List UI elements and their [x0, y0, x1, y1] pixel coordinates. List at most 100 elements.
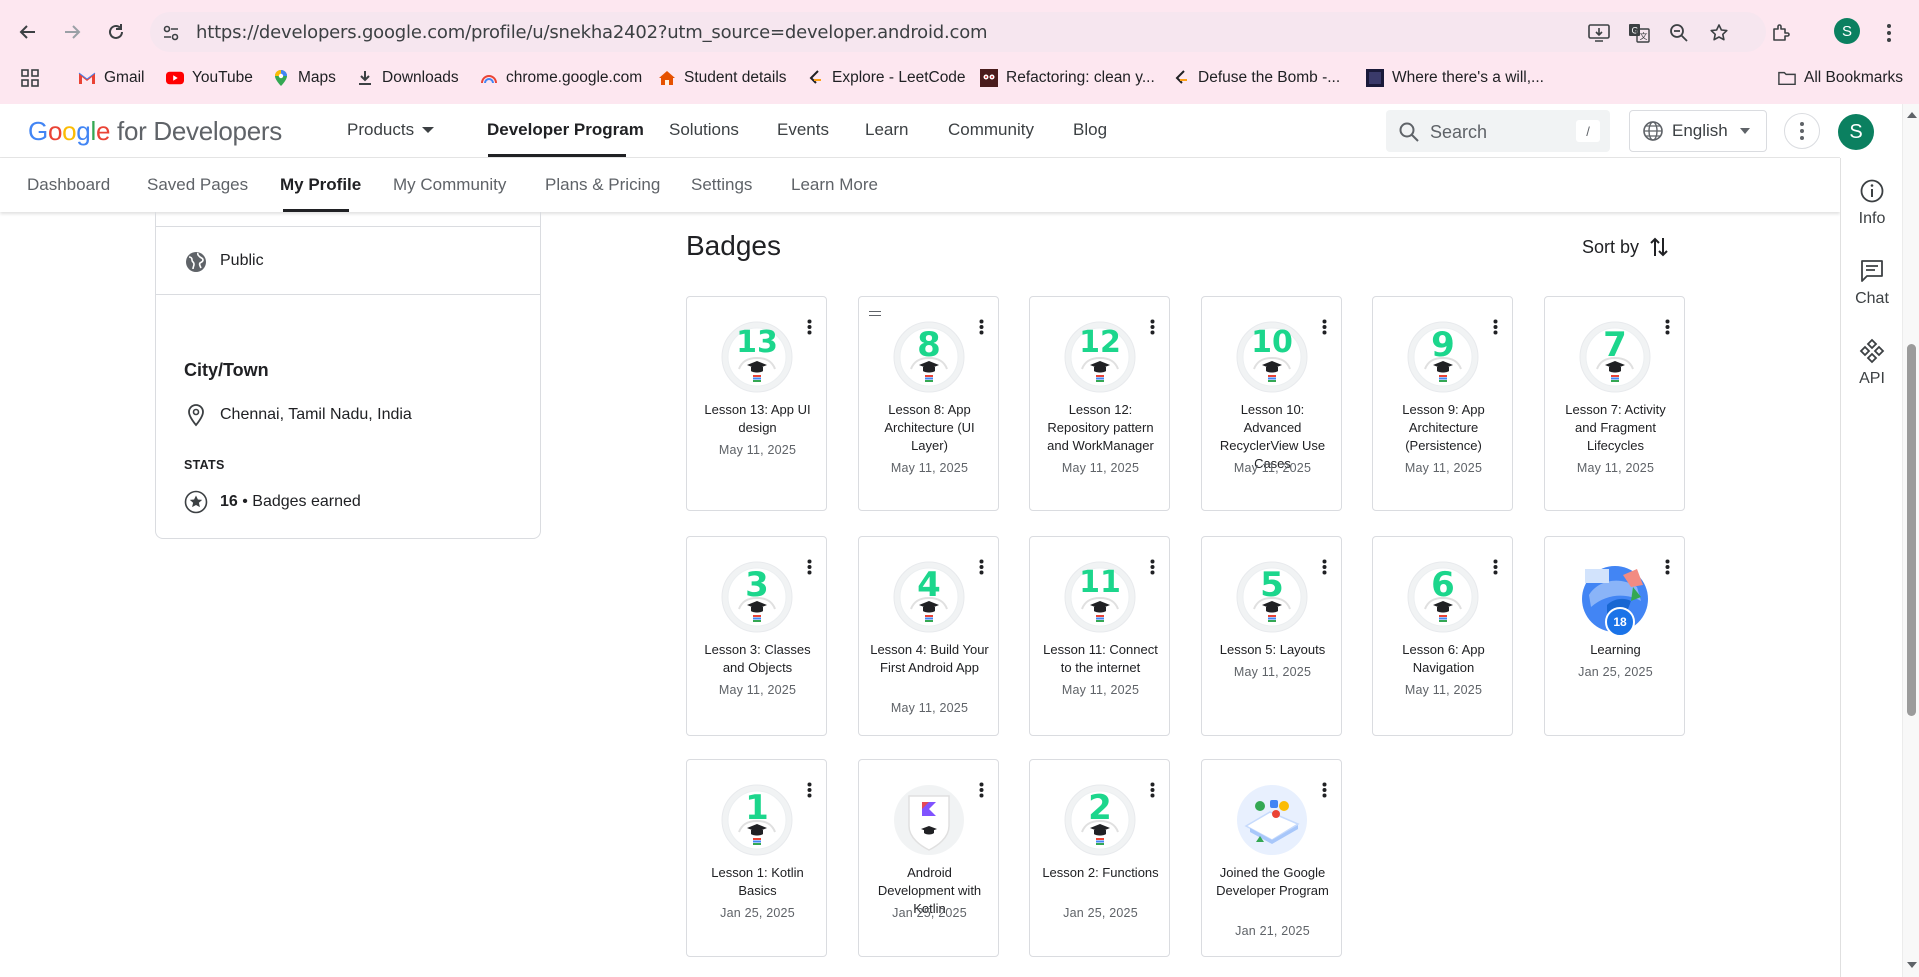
url-text[interactable]: https://developers.google.com/profile/u/…	[196, 22, 988, 43]
nav-learn[interactable]: Learn	[865, 120, 908, 140]
nav-events[interactable]: Events	[777, 120, 829, 140]
chat-icon	[1861, 260, 1883, 282]
badge-card[interactable]: 2 Lesson 2: Functions Jan 25, 2025	[1029, 759, 1170, 957]
forward-button[interactable]	[56, 16, 88, 48]
badge-card[interactable]: 11 Lesson 11: Connect to the internet May …	[1029, 536, 1170, 736]
sort-by-button[interactable]: Sort by	[1582, 236, 1669, 258]
scroll-up-icon[interactable]	[1907, 112, 1917, 118]
apps-grid-icon[interactable]	[20, 66, 40, 90]
address-bar[interactable]: https://developers.google.com/profile/u/…	[150, 12, 1766, 52]
tab-plans-pricing[interactable]: Plans & Pricing	[545, 175, 660, 195]
bookmark-student-details[interactable]: Student details	[658, 66, 787, 90]
badge-date: Jan 21, 2025	[1235, 924, 1310, 938]
badge-card[interactable]: 18 Learning Jan 25, 2025	[1544, 536, 1685, 736]
badge-title: Lesson 12: Repository pattern and WorkMa…	[1047, 402, 1154, 453]
badge-date: May 11, 2025	[718, 683, 797, 697]
badge-card[interactable]: 6 Lesson 6: App Navigation May 11, 2025	[1372, 536, 1513, 736]
tab-saved-pages[interactable]: Saved Pages	[147, 175, 248, 195]
bookmark-maps[interactable]: Maps	[272, 66, 336, 90]
badge-card[interactable]: 4 Lesson 4: Build Your First Android App M…	[858, 536, 999, 736]
badge-card[interactable]: Android Development with Kotlin Jan 25, 2…	[858, 759, 999, 957]
badge-menu-button[interactable]	[1493, 559, 1498, 580]
badge-menu-button[interactable]	[979, 782, 984, 803]
rail-info-button[interactable]: Info	[1841, 178, 1903, 228]
badge-menu-button[interactable]	[1665, 319, 1670, 340]
bookmark-defuse-bomb[interactable]: Defuse the Bomb -...	[1172, 66, 1340, 90]
tab-learn-more[interactable]: Learn More	[791, 175, 878, 195]
reload-button[interactable]	[100, 16, 132, 48]
badge-title: Lesson 3: Classes and Objects	[704, 642, 811, 675]
badge-card[interactable]: 3 Lesson 3: Classes and Objects May 11, 20…	[686, 536, 827, 736]
badge-menu-button[interactable]	[1150, 319, 1155, 340]
nav-developer-program[interactable]: Developer Program	[487, 120, 644, 140]
zoom-icon[interactable]	[1666, 20, 1692, 46]
all-bookmarks-label: All Bookmarks	[1804, 69, 1904, 86]
user-avatar[interactable]: S	[1838, 114, 1874, 150]
badge-card[interactable]: 1 Lesson 1: Kotlin Basics Jan 25, 2025	[686, 759, 827, 957]
google-for-developers-logo[interactable]: Google for Developers	[28, 116, 282, 147]
extensions-icon[interactable]	[1768, 20, 1794, 46]
badge-menu-button[interactable]	[1665, 559, 1670, 580]
bookmark-gmail[interactable]: Gmail	[78, 66, 144, 90]
badge-title: Lesson 7: Activity and Fragment Lifecycl…	[1565, 402, 1666, 453]
badge-menu-button[interactable]	[1150, 559, 1155, 580]
scroll-thumb[interactable]	[1907, 344, 1916, 716]
more-vert-icon	[1322, 319, 1327, 335]
tab-settings[interactable]: Settings	[691, 175, 752, 195]
refactoring-icon	[980, 69, 998, 87]
badge-card[interactable]: 10 Lesson 10: Advanced RecyclerView Use C…	[1201, 296, 1342, 511]
bookmark-youtube[interactable]: YouTube	[166, 66, 253, 90]
language-selector[interactable]: English	[1629, 110, 1767, 152]
nav-blog[interactable]: Blog	[1073, 120, 1107, 140]
badge-menu-button[interactable]	[807, 559, 812, 580]
badge-menu-button[interactable]	[1150, 782, 1155, 803]
badge-menu-button[interactable]	[807, 782, 812, 803]
tab-dashboard[interactable]: Dashboard	[27, 175, 110, 195]
nav-solutions[interactable]: Solutions	[669, 120, 739, 140]
badge-emblem-icon: 6	[1407, 561, 1479, 633]
badge-card[interactable]: 13 Lesson 13: App UI design May 11, 2025	[686, 296, 827, 511]
bookmark-chrome-google[interactable]: chrome.google.com	[480, 66, 642, 90]
rail-api-button[interactable]: API	[1841, 338, 1903, 388]
tab-my-community[interactable]: My Community	[393, 175, 506, 195]
badge-card[interactable]: Joined the Google Developer Program Jan 2…	[1201, 759, 1342, 957]
back-button[interactable]	[12, 16, 44, 48]
install-app-icon[interactable]	[1586, 20, 1612, 46]
translate-icon[interactable]: G文	[1626, 20, 1652, 46]
scroll-down-icon[interactable]	[1907, 962, 1917, 968]
badge-menu-button[interactable]	[1322, 319, 1327, 340]
badge-card[interactable]: 12 Lesson 12: Repository pattern and Work…	[1029, 296, 1170, 511]
bookmark-downloads[interactable]: Downloads	[356, 66, 459, 90]
profile-info-card: Public City/Town Chennai, Tamil Nadu, In…	[155, 212, 541, 539]
tab-my-profile[interactable]: My Profile	[280, 175, 361, 195]
bookmark-star-icon[interactable]	[1706, 20, 1732, 46]
bookmark-where-theres-a-will[interactable]: Where there's a will,...	[1366, 66, 1544, 90]
badge-title: Lesson 4: Build Your First Android App	[870, 642, 989, 675]
badge-menu-button[interactable]	[979, 559, 984, 580]
more-vert-icon	[1150, 559, 1155, 575]
badge-card[interactable]: 7 Lesson 7: Activity and Fragment Lifecyc…	[1544, 296, 1685, 511]
nav-products[interactable]: Products	[347, 120, 435, 140]
site-settings-icon[interactable]	[158, 20, 184, 46]
badge-card[interactable]: 8 Lesson 8: App Architecture (UI Layer) Ma…	[858, 296, 999, 511]
bookmark-refactoring[interactable]: Refactoring: clean y...	[980, 66, 1155, 90]
browser-menu-icon[interactable]	[1876, 20, 1902, 46]
search-input[interactable]: Search /	[1386, 110, 1610, 152]
badge-card[interactable]: 9 Lesson 9: App Architecture (Persistence…	[1372, 296, 1513, 511]
bookmark-leetcode[interactable]: Explore - LeetCode	[806, 66, 966, 90]
nav-community[interactable]: Community	[948, 120, 1034, 140]
badge-menu-button[interactable]	[1322, 559, 1327, 580]
rail-chat-button[interactable]: Chat	[1841, 258, 1903, 308]
badge-menu-button[interactable]	[1493, 319, 1498, 340]
drag-handle-icon[interactable]	[869, 311, 881, 316]
browser-profile-avatar[interactable]: S	[1834, 18, 1860, 44]
badge-menu-button[interactable]	[979, 319, 984, 340]
more-options-button[interactable]	[1784, 113, 1820, 149]
badge-menu-button[interactable]	[1322, 782, 1327, 803]
all-bookmarks-button[interactable]: All Bookmarks	[1778, 66, 1903, 90]
page-scrollbar[interactable]	[1902, 104, 1919, 977]
badge-emblem-icon	[1236, 784, 1308, 856]
badge-date: May 11, 2025	[1233, 665, 1312, 679]
badge-card[interactable]: 5 Lesson 5: Layouts May 11, 2025	[1201, 536, 1342, 736]
badge-menu-button[interactable]	[807, 319, 812, 340]
